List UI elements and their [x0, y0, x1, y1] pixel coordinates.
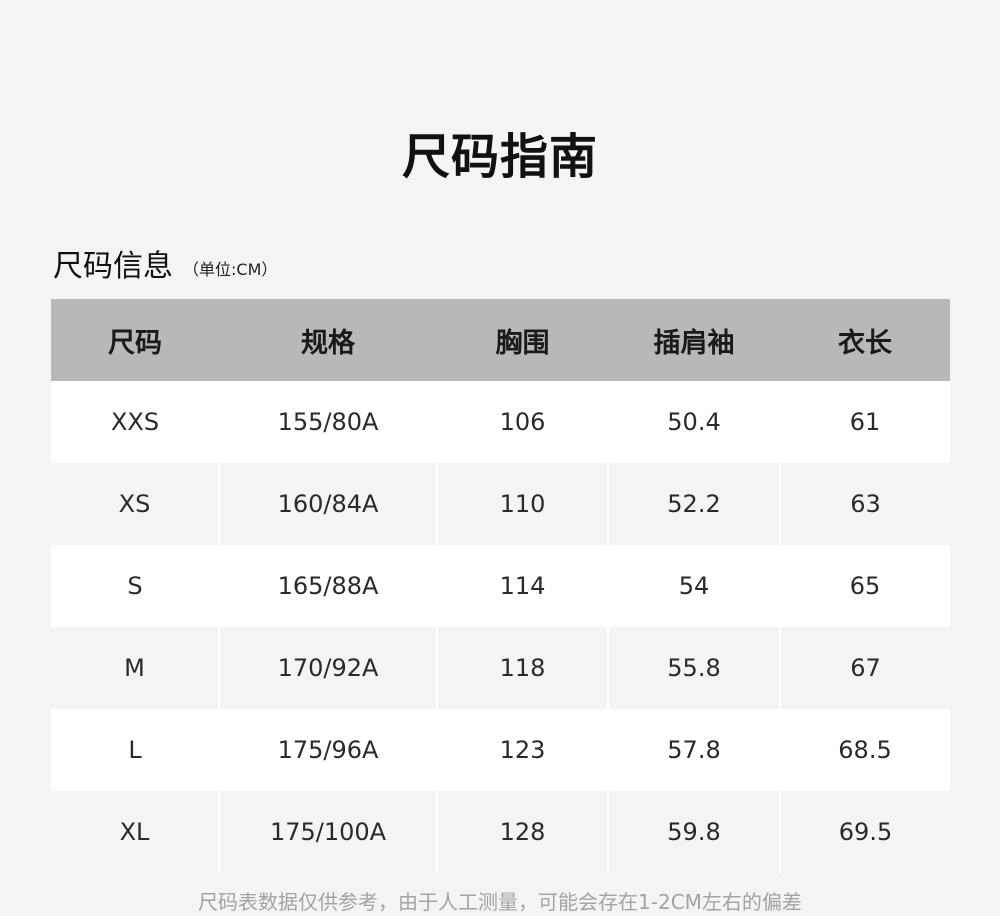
cell-length: 63 [779, 463, 950, 545]
size-table: 尺码 规格 胸围 插肩袖 衣长 XXS 155/80A 106 50.4 61 … [51, 299, 950, 873]
cell-length: 68.5 [780, 709, 950, 791]
cell-raglan-sleeve: 57.8 [608, 709, 780, 791]
section-heading: 尺码信息 （单位:CM） [53, 243, 277, 287]
column-header-spec: 规格 [219, 299, 437, 381]
table-row: M 170/92A 118 55.8 67 [51, 627, 950, 709]
column-header-chest: 胸围 [437, 299, 608, 381]
cell-chest: 123 [437, 709, 608, 791]
cell-chest: 110 [436, 463, 608, 545]
page-title: 尺码指南 [401, 129, 598, 186]
cell-size: XL [51, 791, 219, 873]
cell-raglan-sleeve: 55.8 [607, 627, 780, 709]
cell-length: 69.5 [779, 791, 950, 873]
cell-chest: 118 [436, 627, 608, 709]
table-row: XL 175/100A 128 59.8 69.5 [51, 791, 950, 873]
cell-spec: 175/100A [218, 791, 437, 873]
cell-spec: 155/80A [219, 381, 437, 463]
column-header-size: 尺码 [51, 299, 219, 381]
column-header-length: 衣长 [780, 299, 950, 381]
cell-size: XS [51, 463, 219, 545]
cell-raglan-sleeve: 54 [608, 545, 780, 627]
cell-spec: 165/88A [219, 545, 437, 627]
cell-length: 65 [780, 545, 950, 627]
table-row: XXS 155/80A 106 50.4 61 [51, 381, 950, 463]
table-row: S 165/88A 114 54 65 [51, 545, 950, 627]
cell-chest: 114 [437, 545, 608, 627]
cell-chest: 128 [436, 791, 608, 873]
section-title: 尺码信息 [53, 249, 173, 284]
cell-raglan-sleeve: 59.8 [607, 791, 780, 873]
cell-size: M [51, 627, 219, 709]
unit-note: （单位:CM） [183, 260, 278, 279]
table-row: L 175/96A 123 57.8 68.5 [51, 709, 950, 791]
cell-length: 67 [779, 627, 950, 709]
cell-spec: 170/92A [218, 627, 437, 709]
cell-raglan-sleeve: 52.2 [607, 463, 780, 545]
column-header-raglan-sleeve: 插肩袖 [608, 299, 780, 381]
cell-size: XXS [51, 381, 219, 463]
cell-raglan-sleeve: 50.4 [608, 381, 780, 463]
table-header-row: 尺码 规格 胸围 插肩袖 衣长 [51, 299, 950, 381]
cell-size: S [51, 545, 219, 627]
cell-length: 61 [780, 381, 950, 463]
cell-size: L [51, 709, 219, 791]
measurement-footnote: 尺码表数据仅供参考，由于人工测量，可能会存在1-2CM左右的偏差 [198, 890, 802, 914]
table-row: XS 160/84A 110 52.2 63 [51, 463, 950, 545]
cell-spec: 175/96A [219, 709, 437, 791]
cell-spec: 160/84A [218, 463, 437, 545]
cell-chest: 106 [437, 381, 608, 463]
